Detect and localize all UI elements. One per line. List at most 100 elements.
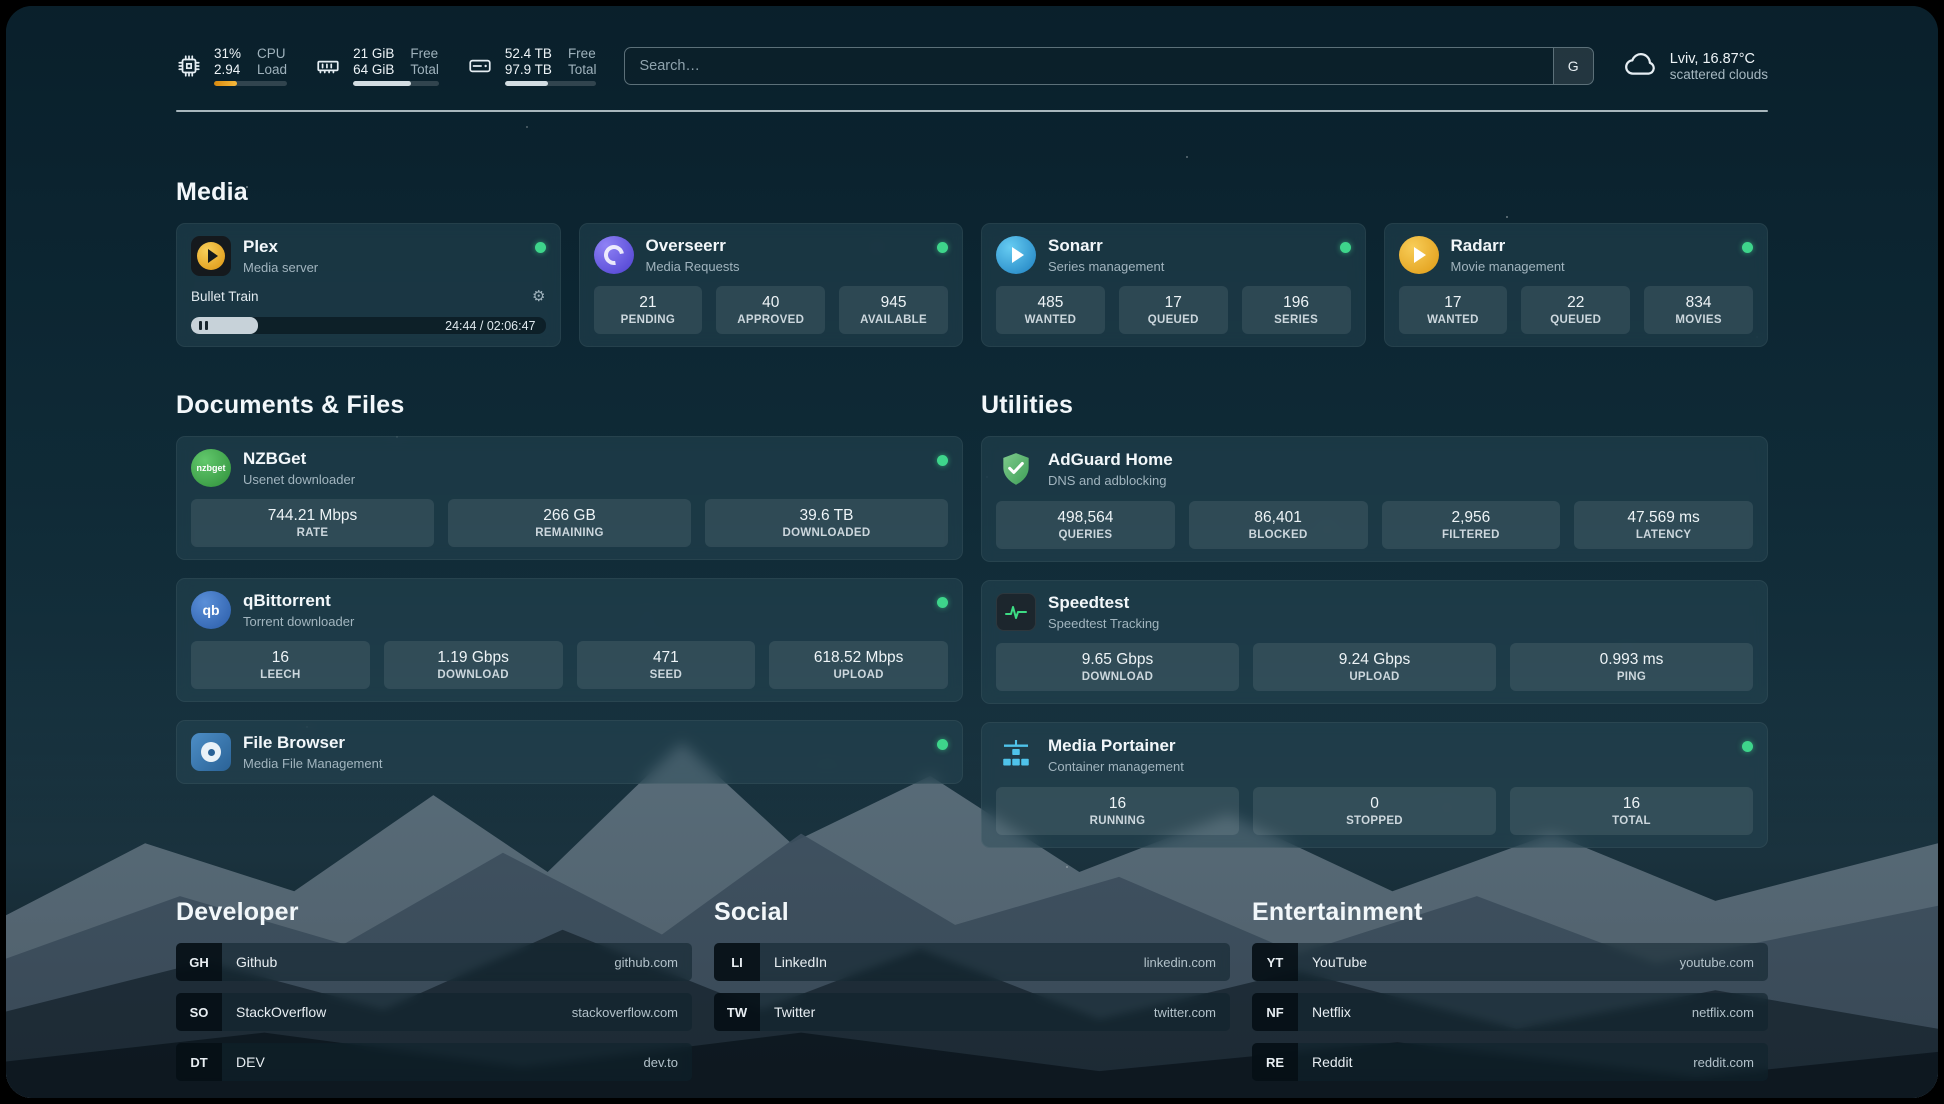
bookmark-group-entertainment: Entertainment YT YouTube youtube.com NF … [1252, 898, 1768, 1081]
bookmark-abbr: LI [714, 943, 760, 981]
disk-free-value: 52.4 TB [505, 46, 552, 61]
search-input[interactable] [625, 48, 1552, 84]
service-card-plex[interactable]: Plex Media server Bullet Train ⚙ 24:44 /… [176, 223, 561, 347]
stat-upload: 9.24 Gbps UPLOAD [1253, 643, 1496, 691]
service-card-nzbget[interactable]: nzbget NZBGet Usenet downloader 744.21 M… [176, 436, 963, 560]
cloud-icon [1622, 49, 1658, 84]
bookmark-url: github.com [614, 955, 692, 970]
header-bar: 31% 2.94 CPU Load [176, 46, 1768, 86]
stat-wanted: 17 WANTED [1399, 286, 1508, 334]
search-provider-button[interactable]: G [1553, 48, 1593, 84]
status-dot [937, 455, 948, 466]
service-name: qBittorrent [243, 591, 925, 611]
section-title-developer: Developer [176, 898, 692, 927]
bookmark-netflix[interactable]: NF Netflix netflix.com [1252, 993, 1768, 1031]
playback-time: 24:44 / 02:06:47 [445, 319, 535, 333]
service-card-radarr[interactable]: Radarr Movie management 17 WANTED 22 QUE… [1384, 223, 1769, 347]
service-name: Overseerr [646, 236, 926, 256]
stat-movies: 834 MOVIES [1644, 286, 1753, 334]
service-desc: Speedtest Tracking [1048, 616, 1753, 631]
bookmark-linkedin[interactable]: LI LinkedIn linkedin.com [714, 943, 1230, 981]
header-divider [176, 110, 1768, 112]
service-desc: Media File Management [243, 756, 925, 771]
stat-queued: 17 QUEUED [1119, 286, 1228, 334]
bookmark-youtube[interactable]: YT YouTube youtube.com [1252, 943, 1768, 981]
memory-progress-fill [353, 81, 410, 86]
bookmark-group-social: Social LI LinkedIn linkedin.com TW Twitt… [714, 898, 1230, 1081]
bookmark-abbr: DT [176, 1043, 222, 1081]
service-card-sonarr[interactable]: Sonarr Series management 485 WANTED 17 Q… [981, 223, 1366, 347]
nzbget-icon: nzbget [191, 449, 231, 487]
service-name: Speedtest [1048, 593, 1753, 613]
pause-button[interactable] [199, 321, 208, 330]
stat-total: 16 TOTAL [1510, 787, 1753, 835]
bookmark-url: netflix.com [1692, 1005, 1768, 1020]
disk-free-label: Free [568, 46, 597, 61]
stat-wanted: 485 WANTED [996, 286, 1105, 334]
disk-widget: 52.4 TB 97.9 TB Free Total [467, 46, 597, 86]
stat-filtered: 2,956 FILTERED [1382, 501, 1561, 549]
service-name: File Browser [243, 733, 925, 753]
weather-condition: scattered clouds [1670, 67, 1768, 82]
bookmark-stackoverflow[interactable]: SO StackOverflow stackoverflow.com [176, 993, 692, 1031]
section-title-utilities: Utilities [981, 391, 1768, 420]
stat-rate: 744.21 Mbps RATE [191, 499, 434, 547]
cpu-progress-track [214, 81, 287, 86]
service-card-portainer[interactable]: Media Portainer Container management 16 … [981, 722, 1768, 848]
bookmark-name: LinkedIn [760, 954, 1144, 970]
bookmark-name: Netflix [1298, 1004, 1692, 1020]
bookmark-name: DEV [222, 1054, 644, 1070]
memory-total-label: Total [410, 62, 439, 77]
section-title-entertainment: Entertainment [1252, 898, 1768, 927]
bookmark-name: Github [222, 954, 614, 970]
service-card-qbittorrent[interactable]: qb qBittorrent Torrent downloader 16 LEE… [176, 578, 963, 702]
playback-progress-bar: 24:44 / 02:06:47 [191, 317, 546, 334]
service-desc: Movie management [1451, 259, 1731, 274]
disk-progress-track [505, 81, 597, 86]
bookmark-abbr: YT [1252, 943, 1298, 981]
bookmark-reddit[interactable]: RE Reddit reddit.com [1252, 1043, 1768, 1081]
bookmark-abbr: RE [1252, 1043, 1298, 1081]
bookmark-dev[interactable]: DT DEV dev.to [176, 1043, 692, 1081]
service-name: Media Portainer [1048, 736, 1730, 756]
service-card-overseerr[interactable]: Overseerr Media Requests 21 PENDING 40 A… [579, 223, 964, 347]
bookmark-abbr: SO [176, 993, 222, 1031]
radarr-icon [1399, 236, 1439, 274]
stat-downloaded: 39.6 TB DOWNLOADED [705, 499, 948, 547]
bookmark-url: reddit.com [1693, 1055, 1768, 1070]
memory-free-value: 21 GiB [353, 46, 394, 61]
stat-available: 945 AVAILABLE [839, 286, 948, 334]
status-dot [535, 242, 546, 253]
adguard-shield-icon [996, 449, 1036, 489]
sonarr-icon [996, 236, 1036, 274]
section-title-social: Social [714, 898, 1230, 927]
stat-stopped: 0 STOPPED [1253, 787, 1496, 835]
bookmark-github[interactable]: GH Github github.com [176, 943, 692, 981]
dashboard-screen: 31% 2.94 CPU Load [6, 6, 1938, 1098]
bookmark-name: YouTube [1298, 954, 1680, 970]
memory-icon [315, 53, 341, 79]
stat-latency: 47.569 ms LATENCY [1574, 501, 1753, 549]
gear-icon[interactable]: ⚙ [532, 289, 545, 304]
bookmark-twitter[interactable]: TW Twitter twitter.com [714, 993, 1230, 1031]
bookmark-url: youtube.com [1680, 955, 1768, 970]
section-media: Media Plex Media server Bullet Train ⚙ [176, 178, 1768, 347]
bookmark-url: twitter.com [1154, 1005, 1230, 1020]
status-dot [937, 597, 948, 608]
status-dot [1742, 741, 1753, 752]
service-desc: Media Requests [646, 259, 926, 274]
cpu-widget: 31% 2.94 CPU Load [176, 46, 287, 86]
search-bar: G [624, 47, 1593, 85]
service-card-speedtest[interactable]: Speedtest Speedtest Tracking 9.65 Gbps D… [981, 580, 1768, 704]
speedtest-icon [996, 593, 1036, 631]
service-desc: Torrent downloader [243, 614, 925, 629]
disk-total-label: Total [568, 62, 597, 77]
cpu-load-label: Load [257, 62, 287, 77]
service-desc: Usenet downloader [243, 472, 925, 487]
service-card-adguard[interactable]: AdGuard Home DNS and adblocking 498,564 … [981, 436, 1768, 562]
disk-total-value: 97.9 TB [505, 62, 552, 77]
section-title-documents: Documents & Files [176, 391, 963, 420]
service-card-filebrowser[interactable]: File Browser Media File Management [176, 720, 963, 784]
filebrowser-icon [191, 733, 231, 771]
stat-remaining: 266 GB REMAINING [448, 499, 691, 547]
